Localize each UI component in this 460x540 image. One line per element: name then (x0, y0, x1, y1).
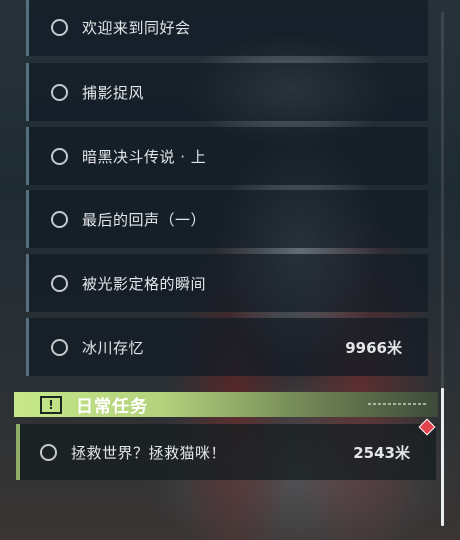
quest-status-circle-icon (40, 443, 57, 461)
quest-item[interactable]: 冰川存忆 9966米 (26, 318, 428, 376)
quest-status-circle-icon (51, 83, 68, 101)
header-decoration (368, 403, 428, 405)
quest-item[interactable]: 暗黑决斗传说 · 上 (26, 127, 428, 185)
quest-item[interactable]: 欢迎来到同好会 (26, 0, 428, 56)
daily-quest-item[interactable]: 拯救世界？拯救猫咪！ 2543米 (16, 424, 436, 480)
quest-item[interactable]: 被光影定格的瞬间 (26, 254, 428, 312)
quest-status-circle-icon (51, 18, 68, 36)
daily-tasks-header[interactable]: ! 日常任务 (14, 392, 438, 417)
quest-status-circle-icon (51, 274, 68, 292)
quest-title: 暗黑决斗传说 · 上 (82, 147, 207, 166)
quest-title: 最后的回声（一） (82, 210, 207, 229)
quest-status-circle-icon (51, 338, 68, 356)
quest-title: 欢迎来到同好会 (82, 18, 191, 37)
quest-distance: 9966米 (345, 338, 402, 357)
quest-item[interactable]: 最后的回声（一） (26, 190, 428, 248)
quest-title: 冰川存忆 (82, 338, 145, 357)
quest-status-circle-icon (51, 147, 68, 165)
exclamation-icon: ! (40, 395, 62, 414)
section-title: 日常任务 (76, 397, 148, 417)
quest-item[interactable]: 捕影捉风 (26, 63, 428, 121)
quest-title: 拯救世界？拯救猫咪！ (71, 443, 227, 462)
scrollbar-thumb[interactable] (441, 388, 444, 526)
quest-title: 被光影定格的瞬间 (82, 274, 207, 293)
quest-distance: 2543米 (353, 443, 410, 462)
quest-status-circle-icon (51, 210, 68, 228)
quest-title: 捕影捉风 (82, 83, 145, 102)
